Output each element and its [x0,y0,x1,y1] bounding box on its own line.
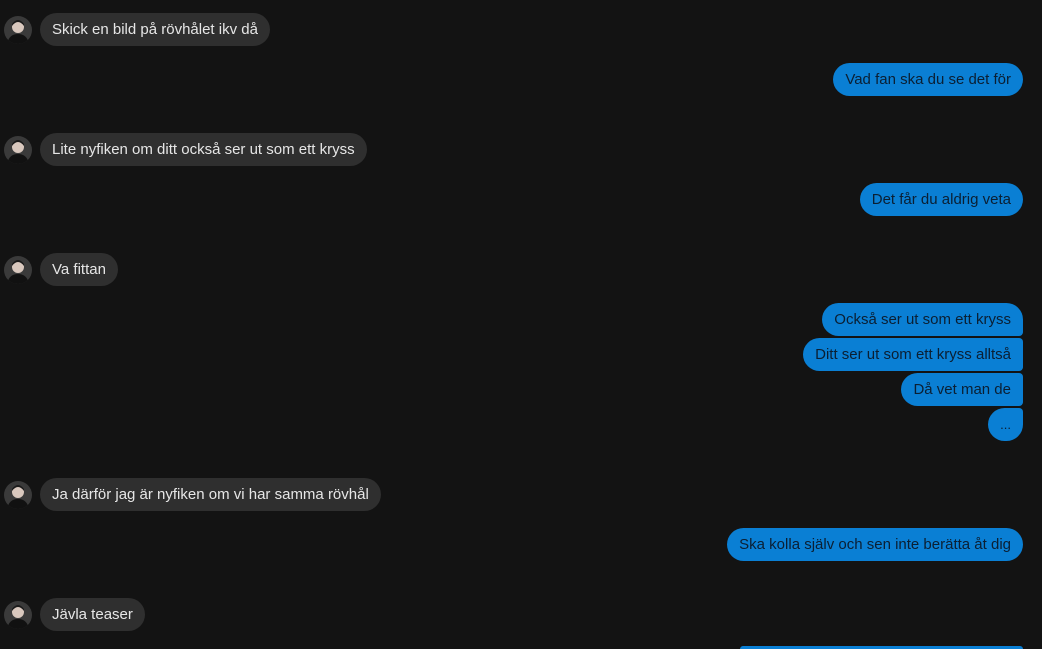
message-bubble[interactable]: Jävla teaser [40,598,145,631]
contact-avatar[interactable] [4,255,32,284]
message-bubble[interactable]: Också ser ut som ett kryss [822,303,1023,336]
contact-avatar[interactable] [4,135,32,164]
message-row-outgoing: ... [988,408,1023,441]
message-bubble[interactable]: Ska kolla själv och sen inte berätta åt … [727,528,1023,561]
message-bubble[interactable]: Det får du aldrig veta [859,183,1023,216]
message-row-outgoing: Då vet man de [901,373,1023,406]
contact-avatar[interactable] [4,480,32,509]
message-bubble[interactable]: Ja därför jag är nyfiken om vi har samma… [40,478,381,511]
message-bubble[interactable]: Va fittan [40,253,118,286]
message-bubble[interactable]: Ditt ser ut som ett kryss alltså [803,338,1023,371]
message-row-outgoing: Också ser ut som ett kryss [822,303,1023,336]
message-row-incoming: Lite nyfiken om ditt också ser ut som et… [4,133,367,166]
message-row-outgoing: Ska kolla själv och sen inte berätta åt … [727,528,1023,561]
message-bubble[interactable]: Då vet man de [901,373,1023,406]
message-bubble[interactable]: Skick en bild på rövhålet ikv då [40,13,270,46]
message-row-incoming: Skick en bild på rövhålet ikv då [4,13,270,46]
message-row-outgoing: Det får du aldrig veta [859,183,1023,216]
message-row-outgoing: Vad fan ska du se det för [833,63,1023,96]
message-row-outgoing: Ditt ser ut som ett kryss alltså [803,338,1023,371]
message-row-incoming: Ja därför jag är nyfiken om vi har samma… [4,478,381,511]
message-bubble[interactable]: Lite nyfiken om ditt också ser ut som et… [40,133,367,166]
contact-avatar[interactable] [4,600,32,629]
contact-avatar[interactable] [4,15,32,44]
message-row-incoming: Jävla teaser [4,598,145,631]
message-bubble[interactable]: ... [988,408,1023,441]
message-bubble[interactable]: Vad fan ska du se det för [833,63,1023,96]
message-row-incoming: Va fittan [4,253,118,286]
